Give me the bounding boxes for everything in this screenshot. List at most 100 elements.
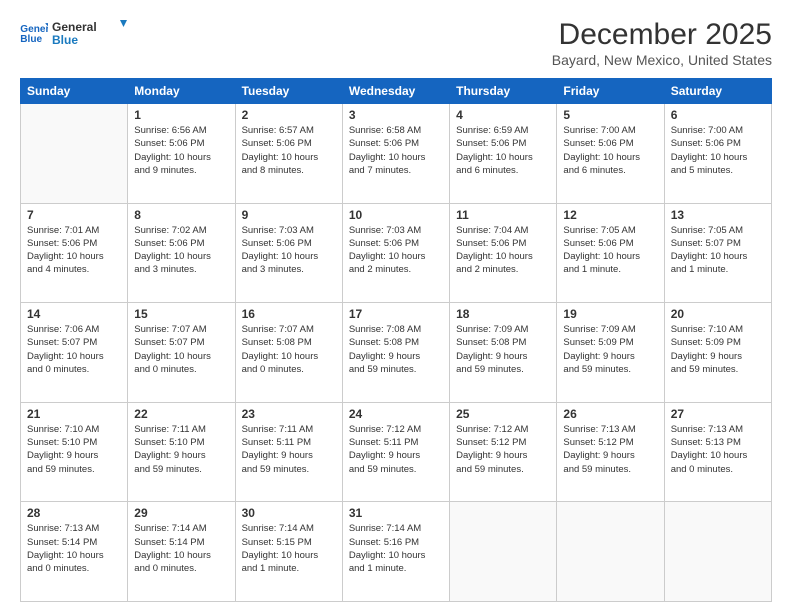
calendar-cell: 19 Sunrise: 7:09 AM Sunset: 5:09 PM Dayli… bbox=[557, 303, 664, 403]
title-block: December 2025 Bayard, New Mexico, United… bbox=[552, 18, 772, 68]
calendar-cell: 7 Sunrise: 7:01 AM Sunset: 5:06 PM Daylig… bbox=[21, 203, 128, 303]
day-number: 22 bbox=[134, 407, 228, 421]
logo-icon: General Blue bbox=[20, 22, 48, 44]
calendar-cell: 10 Sunrise: 7:03 AM Sunset: 5:06 PM Dayli… bbox=[342, 203, 449, 303]
day-info: Sunrise: 7:10 AM Sunset: 5:10 PM Dayligh… bbox=[27, 423, 121, 476]
day-number: 8 bbox=[134, 208, 228, 222]
day-info: Sunrise: 7:14 AM Sunset: 5:14 PM Dayligh… bbox=[134, 522, 228, 575]
day-info: Sunrise: 7:05 AM Sunset: 5:06 PM Dayligh… bbox=[563, 224, 657, 277]
day-info: Sunrise: 7:13 AM Sunset: 5:14 PM Dayligh… bbox=[27, 522, 121, 575]
day-number: 30 bbox=[242, 506, 336, 520]
day-info: Sunrise: 7:05 AM Sunset: 5:07 PM Dayligh… bbox=[671, 224, 765, 277]
calendar-cell: 17 Sunrise: 7:08 AM Sunset: 5:08 PM Dayli… bbox=[342, 303, 449, 403]
day-number: 1 bbox=[134, 108, 228, 122]
day-info: Sunrise: 7:03 AM Sunset: 5:06 PM Dayligh… bbox=[349, 224, 443, 277]
svg-text:General: General bbox=[52, 20, 97, 34]
day-info: Sunrise: 7:02 AM Sunset: 5:06 PM Dayligh… bbox=[134, 224, 228, 277]
day-number: 27 bbox=[671, 407, 765, 421]
day-info: Sunrise: 7:12 AM Sunset: 5:12 PM Dayligh… bbox=[456, 423, 550, 476]
calendar-cell: 26 Sunrise: 7:13 AM Sunset: 5:12 PM Dayli… bbox=[557, 402, 664, 502]
weekday-header-sunday: Sunday bbox=[21, 79, 128, 104]
day-number: 12 bbox=[563, 208, 657, 222]
day-number: 16 bbox=[242, 307, 336, 321]
day-number: 6 bbox=[671, 108, 765, 122]
day-info: Sunrise: 7:11 AM Sunset: 5:10 PM Dayligh… bbox=[134, 423, 228, 476]
day-info: Sunrise: 7:09 AM Sunset: 5:08 PM Dayligh… bbox=[456, 323, 550, 376]
day-number: 10 bbox=[349, 208, 443, 222]
calendar-cell bbox=[664, 502, 771, 602]
day-info: Sunrise: 7:09 AM Sunset: 5:09 PM Dayligh… bbox=[563, 323, 657, 376]
calendar-cell: 5 Sunrise: 7:00 AM Sunset: 5:06 PM Daylig… bbox=[557, 104, 664, 204]
calendar-cell: 9Sunrise: 7:03 AM Sunset: 5:06 PM Daylig… bbox=[235, 203, 342, 303]
day-number: 26 bbox=[563, 407, 657, 421]
day-info: Sunrise: 6:56 AM Sunset: 5:06 PM Dayligh… bbox=[134, 124, 228, 177]
calendar-week-row: 21 Sunrise: 7:10 AM Sunset: 5:10 PM Dayli… bbox=[21, 402, 772, 502]
calendar-cell: 3 Sunrise: 6:58 AM Sunset: 5:06 PM Daylig… bbox=[342, 104, 449, 204]
day-info: Sunrise: 7:00 AM Sunset: 5:06 PM Dayligh… bbox=[563, 124, 657, 177]
calendar-week-row: 1 Sunrise: 6:56 AM Sunset: 5:06 PM Daylig… bbox=[21, 104, 772, 204]
day-number: 28 bbox=[27, 506, 121, 520]
day-info: Sunrise: 7:07 AM Sunset: 5:07 PM Dayligh… bbox=[134, 323, 228, 376]
calendar-cell: 16 Sunrise: 7:07 AM Sunset: 5:08 PM Dayli… bbox=[235, 303, 342, 403]
day-number: 21 bbox=[27, 407, 121, 421]
weekday-header-friday: Friday bbox=[557, 79, 664, 104]
day-number: 24 bbox=[349, 407, 443, 421]
day-info: Sunrise: 7:04 AM Sunset: 5:06 PM Dayligh… bbox=[456, 224, 550, 277]
weekday-header-tuesday: Tuesday bbox=[235, 79, 342, 104]
day-number: 2 bbox=[242, 108, 336, 122]
calendar-cell: 11 Sunrise: 7:04 AM Sunset: 5:06 PM Dayli… bbox=[450, 203, 557, 303]
day-number: 15 bbox=[134, 307, 228, 321]
calendar-cell: 13 Sunrise: 7:05 AM Sunset: 5:07 PM Dayli… bbox=[664, 203, 771, 303]
calendar-cell: 24 Sunrise: 7:12 AM Sunset: 5:11 PM Dayli… bbox=[342, 402, 449, 502]
day-info: Sunrise: 7:11 AM Sunset: 5:11 PM Dayligh… bbox=[242, 423, 336, 476]
logo-svg: General Blue bbox=[52, 18, 127, 48]
weekday-header-thursday: Thursday bbox=[450, 79, 557, 104]
calendar-cell: 29 Sunrise: 7:14 AM Sunset: 5:14 PM Dayli… bbox=[128, 502, 235, 602]
day-number: 17 bbox=[349, 307, 443, 321]
day-number: 18 bbox=[456, 307, 550, 321]
day-number: 11 bbox=[456, 208, 550, 222]
calendar-cell: 27 Sunrise: 7:13 AM Sunset: 5:13 PM Dayli… bbox=[664, 402, 771, 502]
calendar-cell: 30 Sunrise: 7:14 AM Sunset: 5:15 PM Dayli… bbox=[235, 502, 342, 602]
day-number: 20 bbox=[671, 307, 765, 321]
day-number: 3 bbox=[349, 108, 443, 122]
calendar-week-row: 28 Sunrise: 7:13 AM Sunset: 5:14 PM Dayli… bbox=[21, 502, 772, 602]
subtitle: Bayard, New Mexico, United States bbox=[552, 52, 772, 68]
day-number: 14 bbox=[27, 307, 121, 321]
day-info: Sunrise: 7:01 AM Sunset: 5:06 PM Dayligh… bbox=[27, 224, 121, 277]
calendar-header-row: SundayMondayTuesdayWednesdayThursdayFrid… bbox=[21, 79, 772, 104]
header: General Blue General Blue December 2025 … bbox=[20, 18, 772, 68]
day-info: Sunrise: 7:12 AM Sunset: 5:11 PM Dayligh… bbox=[349, 423, 443, 476]
day-number: 23 bbox=[242, 407, 336, 421]
calendar-cell: 20 Sunrise: 7:10 AM Sunset: 5:09 PM Dayli… bbox=[664, 303, 771, 403]
svg-text:Blue: Blue bbox=[20, 34, 42, 44]
calendar-table: SundayMondayTuesdayWednesdayThursdayFrid… bbox=[20, 78, 772, 602]
day-number: 9 bbox=[242, 208, 336, 222]
day-number: 29 bbox=[134, 506, 228, 520]
weekday-header-wednesday: Wednesday bbox=[342, 79, 449, 104]
calendar-cell: 4Sunrise: 6:59 AM Sunset: 5:06 PM Daylig… bbox=[450, 104, 557, 204]
day-info: Sunrise: 6:59 AM Sunset: 5:06 PM Dayligh… bbox=[456, 124, 550, 177]
calendar-cell: 23 Sunrise: 7:11 AM Sunset: 5:11 PM Dayli… bbox=[235, 402, 342, 502]
day-info: Sunrise: 6:57 AM Sunset: 5:06 PM Dayligh… bbox=[242, 124, 336, 177]
day-info: Sunrise: 7:08 AM Sunset: 5:08 PM Dayligh… bbox=[349, 323, 443, 376]
calendar-week-row: 7 Sunrise: 7:01 AM Sunset: 5:06 PM Daylig… bbox=[21, 203, 772, 303]
calendar-cell: 1 Sunrise: 6:56 AM Sunset: 5:06 PM Daylig… bbox=[128, 104, 235, 204]
calendar-cell: 25 Sunrise: 7:12 AM Sunset: 5:12 PM Dayli… bbox=[450, 402, 557, 502]
day-info: Sunrise: 7:06 AM Sunset: 5:07 PM Dayligh… bbox=[27, 323, 121, 376]
day-number: 19 bbox=[563, 307, 657, 321]
day-number: 5 bbox=[563, 108, 657, 122]
day-info: Sunrise: 7:14 AM Sunset: 5:15 PM Dayligh… bbox=[242, 522, 336, 575]
day-info: Sunrise: 7:10 AM Sunset: 5:09 PM Dayligh… bbox=[671, 323, 765, 376]
day-info: Sunrise: 7:13 AM Sunset: 5:12 PM Dayligh… bbox=[563, 423, 657, 476]
day-info: Sunrise: 6:58 AM Sunset: 5:06 PM Dayligh… bbox=[349, 124, 443, 177]
day-number: 25 bbox=[456, 407, 550, 421]
main-title: December 2025 bbox=[552, 18, 772, 52]
day-info: Sunrise: 7:07 AM Sunset: 5:08 PM Dayligh… bbox=[242, 323, 336, 376]
day-number: 7 bbox=[27, 208, 121, 222]
calendar-cell: 6Sunrise: 7:00 AM Sunset: 5:06 PM Daylig… bbox=[664, 104, 771, 204]
day-info: Sunrise: 7:13 AM Sunset: 5:13 PM Dayligh… bbox=[671, 423, 765, 476]
calendar-cell: 28 Sunrise: 7:13 AM Sunset: 5:14 PM Dayli… bbox=[21, 502, 128, 602]
day-number: 13 bbox=[671, 208, 765, 222]
calendar-week-row: 14 Sunrise: 7:06 AM Sunset: 5:07 PM Dayli… bbox=[21, 303, 772, 403]
